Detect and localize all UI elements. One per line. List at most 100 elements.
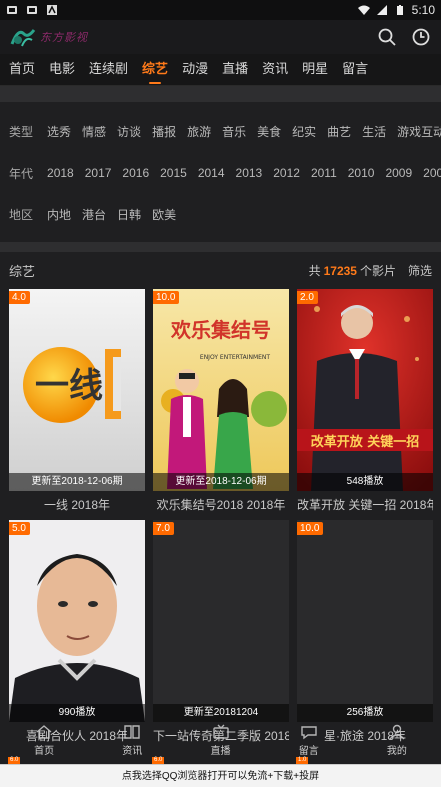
score-badge: 4.0 bbox=[9, 291, 30, 304]
bottom-nav-label: 资讯 bbox=[122, 746, 143, 757]
filter-option[interactable]: 2008 bbox=[423, 166, 441, 180]
poster-image: 改革开放 关键一招 bbox=[297, 289, 433, 491]
poster-image bbox=[9, 520, 145, 722]
filter-option[interactable]: 2012 bbox=[273, 166, 300, 180]
bottom-nav-label: 留言 bbox=[298, 746, 319, 757]
update-caption: 更新至2018-12-06期 bbox=[153, 473, 289, 491]
filter-label: 类型 bbox=[9, 124, 34, 139]
logo-mark-icon bbox=[10, 29, 36, 47]
score-badge: 1.0 bbox=[296, 757, 309, 764]
tab-news[interactable]: 资讯 bbox=[262, 54, 288, 86]
tab-home[interactable]: 首页 bbox=[9, 54, 35, 86]
filter-option[interactable]: 生活 bbox=[362, 123, 386, 140]
filter-row-year: 年代 2018 2017 2016 2015 2014 2013 2012 20… bbox=[9, 163, 441, 183]
status-bar: 5:10 bbox=[0, 0, 441, 20]
filter-option[interactable]: 欧美 bbox=[152, 206, 176, 223]
filter-button[interactable]: 筛选 bbox=[408, 262, 432, 279]
filter-option[interactable]: 2011 bbox=[311, 166, 337, 180]
score-badge: 7.0 bbox=[153, 522, 174, 535]
wifi-icon bbox=[357, 5, 370, 15]
filter-row-region: 地区 内地 港台 日韩 欧美 bbox=[9, 204, 187, 224]
filter-option[interactable]: 港台 bbox=[82, 206, 106, 223]
poster[interactable]: 10.0 256播放 bbox=[297, 520, 433, 722]
status-time: 5:10 bbox=[411, 3, 435, 17]
bottom-nav-profile[interactable]: 我的 bbox=[353, 722, 441, 760]
bottom-nav-news[interactable]: 资讯 bbox=[88, 722, 176, 760]
filter-label: 地区 bbox=[9, 207, 34, 222]
filter-option[interactable]: 2015 bbox=[160, 166, 187, 180]
filter-option[interactable]: 2017 bbox=[85, 166, 112, 180]
app-header: 东方影视 bbox=[0, 20, 441, 54]
filter-option[interactable]: 情感 bbox=[82, 123, 106, 140]
divider bbox=[0, 86, 441, 102]
filter-option[interactable]: 选秀 bbox=[47, 123, 71, 140]
poster[interactable]: 7.0 更新至20181204 bbox=[153, 520, 289, 722]
poster-subtitle-text: ENJOY ENTERTAINMENT bbox=[200, 354, 271, 361]
filter-option[interactable]: 2010 bbox=[348, 166, 375, 180]
signal-icon bbox=[376, 5, 387, 15]
filter-panel: 类型 选秀 情感 访谈 播报 旅游 音乐 美食 纪实 曲艺 生活 游戏互动 财经… bbox=[0, 102, 441, 242]
count-prefix: 共 bbox=[308, 263, 321, 278]
filter-option[interactable]: 播报 bbox=[152, 123, 176, 140]
filter-option[interactable]: 美食 bbox=[257, 123, 281, 140]
tab-movies[interactable]: 电影 bbox=[49, 54, 75, 86]
battery-icon bbox=[396, 5, 403, 15]
tab-messages[interactable]: 留言 bbox=[342, 54, 368, 86]
score-badge: 10.0 bbox=[153, 291, 180, 304]
filter-option[interactable]: 2014 bbox=[198, 166, 225, 180]
video-title[interactable]: 欢乐集结号2018 2018年 bbox=[153, 496, 289, 513]
section-title: 综艺 bbox=[9, 263, 36, 279]
filter-option[interactable]: 旅游 bbox=[187, 123, 211, 140]
tab-variety[interactable]: 综艺 bbox=[142, 54, 168, 86]
filter-option[interactable]: 2018 bbox=[47, 166, 74, 180]
filter-option[interactable]: 2013 bbox=[236, 166, 263, 180]
filter-option[interactable]: 音乐 bbox=[222, 123, 246, 140]
score-badge: 5.0 bbox=[9, 522, 30, 535]
bottom-nav-label: 首页 bbox=[34, 746, 55, 757]
tab-series[interactable]: 连续剧 bbox=[89, 54, 128, 86]
filter-row-type: 类型 选秀 情感 访谈 播报 旅游 音乐 美食 纪实 曲艺 生活 游戏互动 财经 bbox=[9, 121, 441, 141]
filter-option[interactable]: 内地 bbox=[47, 206, 71, 223]
poster[interactable]: 5.0 990播放 bbox=[9, 520, 145, 722]
filter-option[interactable]: 纪实 bbox=[292, 123, 316, 140]
video-title[interactable]: 一线 2018年 bbox=[9, 496, 145, 513]
poster[interactable]: 改革开放 关键一招 2.0 548播放 bbox=[297, 289, 433, 491]
category-nav: 首页 电影 连续剧 综艺 动漫 直播 资讯 明星 留言 bbox=[0, 54, 441, 86]
filter-option[interactable]: 游戏互动 bbox=[397, 123, 441, 140]
bottom-nav-home[interactable]: 首页 bbox=[0, 722, 88, 760]
tab-stars[interactable]: 明星 bbox=[302, 54, 328, 86]
bottom-nav-label: 我的 bbox=[386, 746, 407, 757]
bottom-nav-messages[interactable]: 留言 bbox=[265, 722, 353, 760]
filter-option[interactable]: 日韩 bbox=[117, 206, 141, 223]
text-notification-icon bbox=[47, 5, 57, 15]
next-row-peek: 6.0 6.0 1.0 bbox=[0, 757, 441, 764]
bottom-nav-live[interactable]: 直播 bbox=[176, 722, 264, 760]
tab-live[interactable]: 直播 bbox=[222, 54, 248, 86]
update-caption: 更新至2018-12-06期 bbox=[9, 473, 145, 491]
poster[interactable]: 欢乐集结号 ENJOY ENTERTAINMENT 10.0 更新至2018-1… bbox=[153, 289, 289, 491]
chat-bubble-icon bbox=[301, 726, 317, 740]
tv-icon bbox=[212, 724, 229, 739]
poster-title-text: 一线 bbox=[35, 366, 103, 406]
site-logo[interactable]: 东方影视 bbox=[10, 26, 88, 48]
filter-option[interactable]: 访谈 bbox=[117, 123, 141, 140]
divider bbox=[0, 242, 441, 252]
video-title[interactable]: 改革开放 关键一招 2018年 bbox=[297, 496, 433, 513]
app-notification-icon bbox=[7, 6, 17, 14]
filter-option[interactable]: 曲艺 bbox=[327, 123, 351, 140]
filter-label: 年代 bbox=[9, 166, 34, 181]
poster[interactable]: 一线 4.0 更新至2018-12-06期 bbox=[9, 289, 145, 491]
section-header: 综艺 共 17235 个影片 筛选 bbox=[0, 258, 441, 282]
book-icon bbox=[124, 725, 140, 739]
browser-promo-banner[interactable]: 点我选择QQ浏览器打开可以免流+下载+投屏 bbox=[0, 764, 441, 787]
result-count: 共 17235 个影片 bbox=[309, 262, 396, 279]
history-clock-icon[interactable] bbox=[411, 27, 431, 47]
count-suffix: 个影片 bbox=[359, 263, 396, 278]
filter-option[interactable]: 2016 bbox=[122, 166, 149, 180]
tab-anime[interactable]: 动漫 bbox=[182, 54, 208, 86]
search-icon[interactable] bbox=[377, 27, 397, 47]
filter-option[interactable]: 2009 bbox=[385, 166, 412, 180]
poster-image: 一线 bbox=[9, 289, 145, 491]
score-badge: 10.0 bbox=[297, 522, 324, 535]
bottom-nav: 首页 资讯 直播 留言 我的 bbox=[0, 722, 441, 760]
